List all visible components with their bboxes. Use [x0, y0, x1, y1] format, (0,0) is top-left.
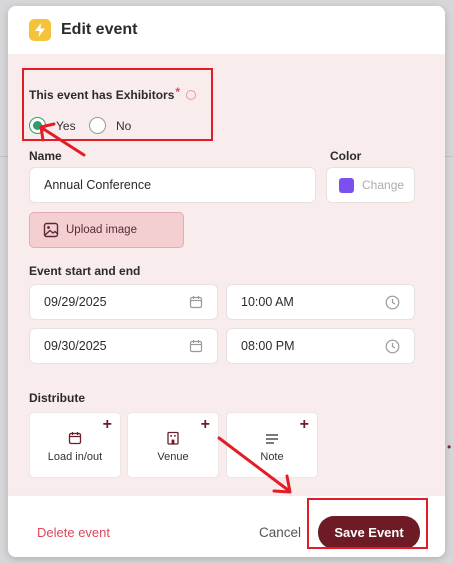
building-icon: [166, 431, 180, 445]
lightning-bolt-icon: [29, 19, 51, 41]
info-icon[interactable]: [186, 90, 197, 100]
clock-icon[interactable]: [385, 295, 400, 310]
end-date-value: 09/30/2025: [44, 339, 107, 353]
required-asterisk: *: [175, 85, 181, 99]
exhibitors-option-yes[interactable]: Yes: [29, 117, 76, 134]
save-event-button[interactable]: Save Event: [318, 516, 420, 549]
plus-icon[interactable]: +: [201, 416, 210, 434]
distribute-note-label: Note: [260, 451, 284, 463]
plus-icon[interactable]: +: [103, 416, 112, 434]
start-time-input[interactable]: 10:00 AM: [226, 284, 415, 320]
color-picker[interactable]: Change: [326, 167, 415, 203]
name-label: Name: [29, 149, 62, 163]
end-time-input[interactable]: 08:00 PM: [226, 328, 415, 364]
distribute-note[interactable]: + Note: [226, 412, 318, 478]
distribute-venue-label: Venue: [157, 451, 189, 463]
calendar-icon[interactable]: [189, 295, 203, 309]
radio-yes[interactable]: [29, 117, 46, 134]
exhibitors-question: This event has Exhibitors *: [29, 85, 197, 102]
upload-image-button[interactable]: Upload image: [29, 212, 184, 248]
modal-body: This event has Exhibitors * Yes No Name …: [8, 54, 445, 495]
start-date-input[interactable]: 09/29/2025: [29, 284, 218, 320]
distribute-venue[interactable]: + Venue: [127, 412, 219, 478]
plus-icon[interactable]: +: [300, 416, 309, 434]
note-lines-icon: [265, 433, 279, 445]
start-time-value: 10:00 AM: [241, 295, 294, 309]
color-swatch: [339, 177, 354, 193]
radio-no-label: No: [116, 118, 132, 133]
edit-event-modal: Edit event This event has Exhibitors * Y…: [8, 6, 445, 557]
exhibitors-label: This event has Exhibitors: [29, 88, 175, 102]
distribute-load-in-out-label: Load in/out: [47, 451, 103, 463]
end-time-value: 08:00 PM: [241, 339, 295, 353]
color-change-label: Change: [362, 178, 405, 192]
color-label: Color: [330, 149, 362, 163]
name-input-value: Annual Conference: [44, 178, 152, 192]
radio-yes-label: Yes: [56, 118, 76, 133]
modal-title: Edit event: [61, 21, 138, 38]
start-date-value: 09/29/2025: [44, 295, 107, 309]
exhibitors-option-no[interactable]: No: [89, 117, 131, 134]
end-date-input[interactable]: 09/30/2025: [29, 328, 218, 364]
delete-event-button[interactable]: Delete event: [37, 525, 110, 540]
calendar-icon: [68, 431, 82, 445]
distribute-label: Distribute: [29, 391, 86, 405]
image-icon: [43, 222, 59, 238]
clock-icon[interactable]: [385, 339, 400, 354]
upload-image-label: Upload image: [66, 224, 137, 236]
cancel-button[interactable]: Cancel: [259, 525, 301, 540]
schedule-label: Event start and end: [29, 264, 141, 278]
modal-header: Edit event: [8, 6, 445, 54]
name-input[interactable]: Annual Conference: [29, 167, 316, 203]
calendar-icon[interactable]: [189, 339, 203, 353]
radio-no[interactable]: [89, 117, 106, 134]
modal-footer: Delete event Cancel Save Event: [8, 495, 445, 557]
background-app-fragment: •: [447, 440, 452, 454]
distribute-load-in-out[interactable]: + Load in/out: [29, 412, 121, 478]
